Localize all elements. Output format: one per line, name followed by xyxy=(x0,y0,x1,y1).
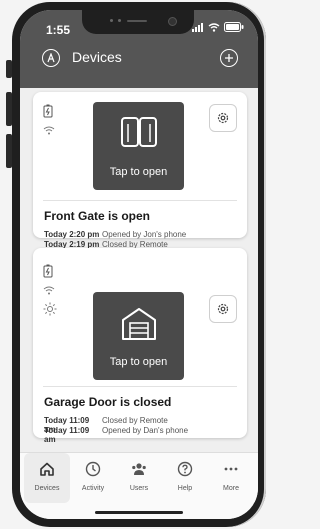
wifi-icon xyxy=(208,22,220,32)
device-card-garage-door: Tap to open Garage Door is closed Today … xyxy=(33,248,247,444)
log-text: Opened by Jon's phone xyxy=(102,230,187,239)
tab-label: Devices xyxy=(34,485,60,492)
tab-label: More xyxy=(223,485,239,492)
phone-frame: 1:55 Devices Tap to open Front Gate is o… xyxy=(12,2,266,527)
add-device-button[interactable] xyxy=(220,49,238,67)
help-icon xyxy=(177,461,193,477)
account-icon[interactable] xyxy=(42,49,60,67)
wifi-icon xyxy=(43,286,55,295)
dynamic-island xyxy=(82,10,194,34)
status-icons xyxy=(192,22,244,32)
log-time: Today 11:09 am xyxy=(44,416,90,434)
gear-icon xyxy=(217,112,229,124)
card-divider xyxy=(43,386,237,387)
card-divider xyxy=(43,200,237,201)
log-entry: Today 2:20 pm Opened by Jon's phone xyxy=(44,230,186,240)
phone-side-button xyxy=(6,134,12,168)
phone-side-button xyxy=(6,60,12,78)
tab-devices[interactable]: Devices xyxy=(24,453,70,503)
open-garage-door-button[interactable]: Tap to open xyxy=(93,292,184,380)
log-entry: Today 11:09 am Opened by Dan's phone xyxy=(44,426,189,444)
log-text: Opened by Dan's phone xyxy=(102,426,189,435)
home-indicator xyxy=(95,511,183,514)
page-title: Devices xyxy=(72,49,122,65)
gear-icon xyxy=(217,303,229,315)
tab-help[interactable]: Help xyxy=(162,453,208,503)
device-settings-button[interactable] xyxy=(209,104,237,132)
open-front-gate-button[interactable]: Tap to open xyxy=(93,102,184,190)
battery-charging-icon xyxy=(43,104,53,118)
log-time: Today 11:09 am xyxy=(44,426,90,444)
device-card-front-gate: Tap to open Front Gate is open Today 2:2… xyxy=(33,92,247,249)
log-time: Today 2:20 pm xyxy=(44,230,100,239)
device-state-title: Garage Door is closed xyxy=(44,395,172,409)
battery-charging-icon xyxy=(43,264,53,278)
battery-icon xyxy=(224,22,244,32)
plus-icon xyxy=(225,54,233,62)
device-status-icons xyxy=(43,264,57,316)
activity-log: Today 11:09 am Closed by Remote Today 11… xyxy=(44,416,189,444)
camera-icon xyxy=(168,17,177,26)
users-icon xyxy=(132,463,146,475)
tab-more[interactable]: More xyxy=(208,453,254,503)
account-glyph-icon xyxy=(47,53,55,63)
tab-users[interactable]: Users xyxy=(116,453,162,503)
clock-icon xyxy=(85,461,101,477)
notch-speaker xyxy=(127,20,147,22)
log-text: Closed by Remote xyxy=(102,416,168,425)
phone-side-button xyxy=(6,92,12,126)
sun-icon xyxy=(43,302,57,316)
device-settings-button[interactable] xyxy=(209,295,237,323)
tab-label: Activity xyxy=(81,485,105,492)
bottom-tab-bar: Devices Activity Users Help More xyxy=(20,452,258,519)
tap-to-open-label: Tap to open xyxy=(109,166,168,178)
home-icon xyxy=(40,462,54,476)
signal-icon xyxy=(192,22,203,32)
wifi-icon xyxy=(43,126,55,135)
device-state-title: Front Gate is open xyxy=(44,209,151,223)
tap-to-open-label: Tap to open xyxy=(109,356,168,368)
app-header: 1:55 Devices xyxy=(20,10,258,88)
tab-activity[interactable]: Activity xyxy=(70,453,116,503)
tab-label: Help xyxy=(177,485,193,492)
activity-log: Today 2:20 pm Opened by Jon's phone Toda… xyxy=(44,230,186,250)
header-row: Devices xyxy=(20,46,258,76)
tab-label: Users xyxy=(129,485,149,492)
more-icon xyxy=(224,467,238,471)
status-time: 1:55 xyxy=(46,23,71,37)
notch-dot xyxy=(118,19,121,22)
log-entry: Today 11:09 am Closed by Remote xyxy=(44,416,188,434)
app-screen: 1:55 Devices Tap to open Front Gate is o… xyxy=(20,10,258,519)
gate-icon xyxy=(121,117,157,147)
device-status-icons xyxy=(43,104,55,135)
notch-dot xyxy=(110,19,113,22)
garage-icon xyxy=(122,308,156,340)
